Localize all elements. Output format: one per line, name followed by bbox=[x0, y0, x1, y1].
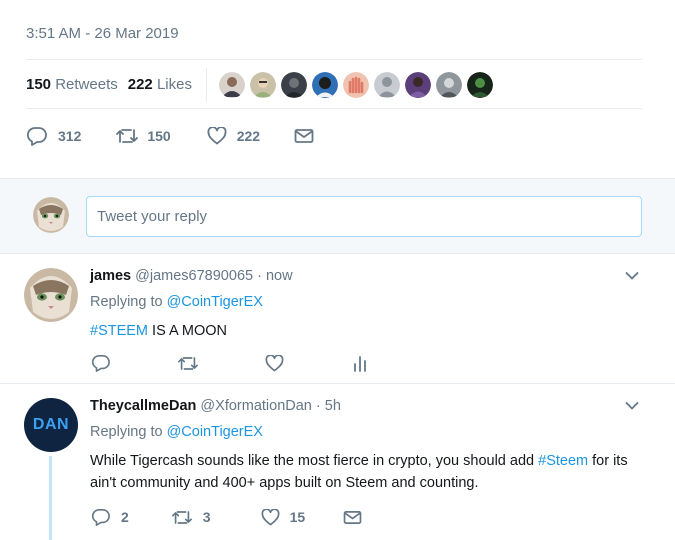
liker-avatar[interactable] bbox=[281, 72, 307, 98]
stats-counts: 150 Retweets 222 Likes bbox=[26, 76, 192, 93]
liker-avatar[interactable] bbox=[436, 72, 462, 98]
tweet-text: #STEEM IS A MOON bbox=[90, 320, 650, 342]
likes-stat[interactable]: 222 Likes bbox=[128, 76, 192, 93]
user-avatar[interactable] bbox=[33, 197, 69, 233]
reply-icon[interactable] bbox=[91, 354, 111, 372]
like-count: 222 bbox=[236, 128, 261, 144]
retweet-icon bbox=[171, 510, 192, 524]
liker-avatar[interactable] bbox=[374, 72, 400, 98]
liker-avatar[interactable] bbox=[312, 72, 338, 98]
like-button[interactable]: 15 bbox=[261, 508, 306, 526]
liker-avatar[interactable] bbox=[343, 72, 369, 98]
tweet-time[interactable]: 5h bbox=[325, 398, 341, 414]
mention-link[interactable]: @CoinTigerEX bbox=[167, 294, 263, 310]
display-name[interactable]: james bbox=[90, 268, 131, 284]
tweet-body: IS A MOON bbox=[152, 323, 227, 339]
message-button[interactable] bbox=[294, 128, 314, 144]
tweet-actions bbox=[91, 354, 367, 372]
retweet-icon[interactable] bbox=[177, 355, 199, 372]
replying-prefix: Replying to bbox=[90, 424, 163, 440]
retweets-stat[interactable]: 150 Retweets bbox=[26, 76, 118, 93]
reply-button[interactable]: 312 bbox=[26, 126, 81, 146]
likes-count: 222 bbox=[127, 76, 153, 93]
heart-icon bbox=[207, 127, 227, 145]
retweets-count: 150 bbox=[26, 76, 52, 93]
hashtag-link[interactable]: #STEEM bbox=[90, 323, 148, 339]
tweet-time[interactable]: now bbox=[266, 268, 293, 284]
tweet-timestamp[interactable]: 3:51 AM - 26 Mar 2019 bbox=[26, 25, 179, 42]
replying-to: Replying to @CoinTigerEX bbox=[90, 424, 263, 440]
user-handle[interactable]: @james67890065 bbox=[135, 268, 253, 284]
tweet-stats: 150 Retweets 222 Likes bbox=[26, 59, 642, 109]
retweet-button[interactable]: 3 bbox=[171, 509, 211, 526]
liker-avatar[interactable] bbox=[467, 72, 493, 98]
liker-avatars bbox=[219, 72, 493, 98]
tweet-header: james @james67890065 · now bbox=[90, 268, 293, 284]
dot-separator: · bbox=[315, 398, 321, 414]
reply-tweet[interactable]: DAN TheycallmeDan @XformationDan · 5h Re… bbox=[0, 384, 675, 540]
tweet-text: While Tigercash sounds like the most fie… bbox=[90, 450, 650, 494]
reply-count: 312 bbox=[58, 128, 82, 144]
reply-button[interactable]: 2 bbox=[91, 508, 129, 526]
likes-label: Likes bbox=[156, 76, 192, 93]
heart-icon bbox=[261, 508, 280, 525]
thread-line bbox=[49, 456, 52, 540]
reply-input[interactable] bbox=[86, 196, 642, 237]
envelope-icon[interactable] bbox=[343, 510, 362, 525]
retweet-button[interactable]: 150 bbox=[115, 127, 171, 145]
mention-link[interactable]: @CoinTigerEX bbox=[167, 424, 263, 440]
reply-icon bbox=[91, 508, 110, 526]
like-count: 15 bbox=[289, 509, 306, 525]
chevron-down-icon[interactable] bbox=[625, 401, 639, 411]
reply-tweet[interactable]: james @james67890065 · now Replying to @… bbox=[0, 254, 675, 384]
retweet-count: 3 bbox=[202, 509, 211, 525]
dot-separator: · bbox=[257, 268, 262, 284]
hashtag-link[interactable]: #Steem bbox=[538, 453, 588, 469]
avatar[interactable]: DAN bbox=[24, 398, 78, 452]
replying-prefix: Replying to bbox=[90, 294, 163, 310]
tweet-header: TheycallmeDan @XformationDan · 5h bbox=[90, 398, 341, 414]
tweet-body-start: While Tigercash sounds like the most fie… bbox=[90, 453, 535, 469]
replying-to: Replying to @CoinTigerEX bbox=[90, 294, 263, 310]
analytics-icon[interactable] bbox=[353, 355, 367, 372]
stats-divider bbox=[206, 68, 207, 102]
tweet-actions: 2 3 15 bbox=[91, 508, 362, 526]
display-name[interactable]: TheycallmeDan bbox=[90, 398, 196, 414]
avatar[interactable] bbox=[24, 268, 78, 322]
retweet-count: 150 bbox=[147, 128, 171, 144]
envelope-icon bbox=[294, 129, 314, 143]
chevron-down-icon[interactable] bbox=[625, 271, 639, 281]
liker-avatar[interactable] bbox=[250, 72, 276, 98]
retweet-icon bbox=[116, 129, 139, 143]
liker-avatar[interactable] bbox=[405, 72, 431, 98]
reply-icon bbox=[26, 127, 47, 146]
tweet-actions: 312 150 222 bbox=[26, 126, 314, 146]
reply-composer bbox=[0, 178, 675, 254]
user-handle[interactable]: @XformationDan bbox=[200, 398, 311, 414]
liker-avatar[interactable] bbox=[219, 72, 245, 98]
reply-count: 2 bbox=[121, 509, 129, 525]
retweets-label: Retweets bbox=[55, 76, 118, 93]
heart-icon[interactable] bbox=[265, 354, 284, 372]
like-button[interactable]: 222 bbox=[207, 127, 260, 145]
